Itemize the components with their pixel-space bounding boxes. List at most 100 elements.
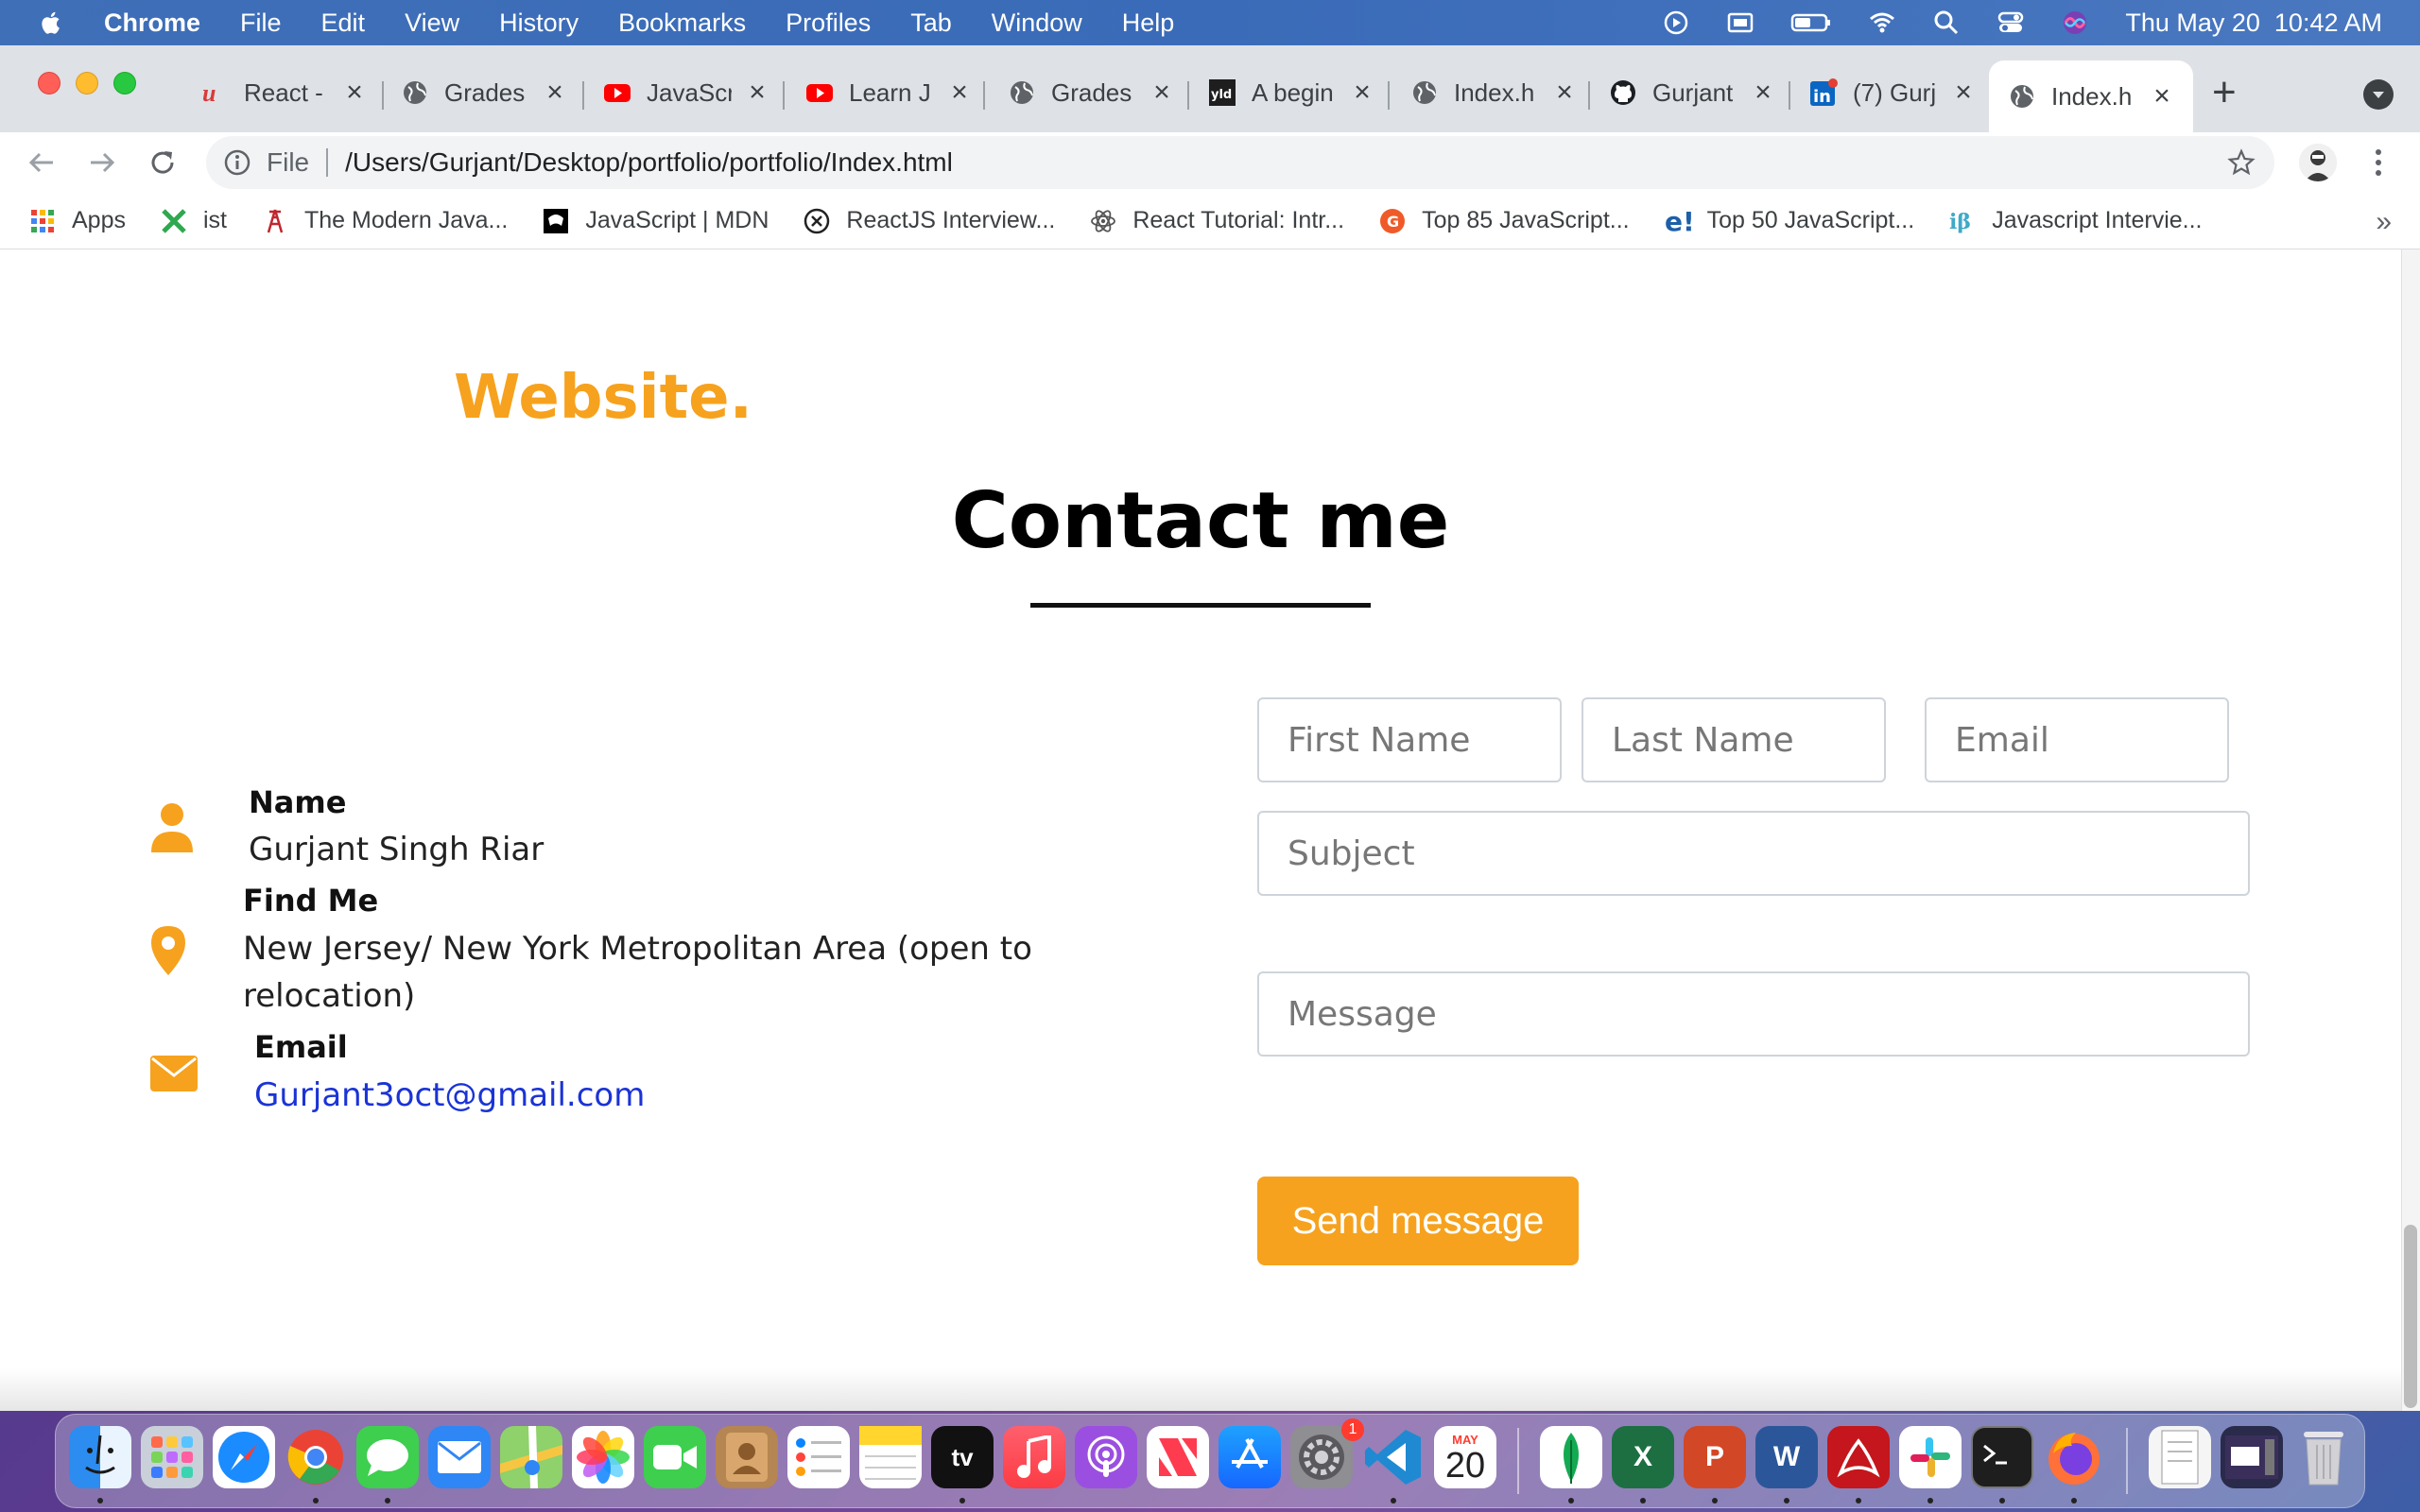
window-zoom-button[interactable] [113,72,136,94]
siri-icon[interactable] [2061,9,2089,37]
bookmarks-overflow-chevron-icon[interactable]: » [2376,206,2392,238]
close-icon[interactable]: × [1350,77,1374,109]
wifi-icon[interactable] [1868,9,1896,37]
bookmark-mdn[interactable]: JavaScript | MDN [542,207,769,235]
close-icon[interactable]: × [1751,77,1775,109]
reminders-icon[interactable] [787,1426,850,1488]
vscode-icon[interactable] [1362,1426,1425,1488]
bookmark-star-icon[interactable] [2227,148,2256,177]
photos-icon[interactable] [572,1426,634,1488]
window-close-button[interactable] [38,72,60,94]
podcasts-icon[interactable] [1075,1426,1137,1488]
menu-edit[interactable]: Edit [321,9,366,38]
mongodb-compass-icon[interactable] [1540,1426,1602,1488]
terminal-icon[interactable] [1971,1426,2033,1488]
maps-icon[interactable] [500,1426,562,1488]
more-menu-icon[interactable] [2369,146,2388,180]
launchpad-icon[interactable] [141,1426,203,1488]
tab-grades-2[interactable]: Grades × [1008,68,1174,117]
screen-recording-icon[interactable] [1662,9,1690,37]
close-icon[interactable]: × [947,77,972,109]
apple-logo-icon[interactable] [38,9,66,37]
bookmark-reactjs-interview[interactable]: ReactJS Interview... [803,207,1055,235]
tab-a-beginner[interactable]: yld A begin × [1208,68,1374,117]
acrobat-icon[interactable] [1827,1426,1890,1488]
address-bar[interactable]: File /Users/Gurjant/Desktop/portfolio/po… [206,136,2274,189]
trash-icon[interactable] [2292,1426,2355,1488]
tab-search-icon[interactable] [2363,79,2394,110]
word-icon[interactable]: W [1755,1426,1818,1488]
send-message-button[interactable]: Send message [1257,1177,1579,1265]
spotlight-search-icon[interactable] [1932,9,1961,37]
battery-icon[interactable] [1790,9,1832,37]
close-icon[interactable]: × [1951,77,1976,109]
email-link[interactable]: Gurjant3oct@gmail.com [254,1072,645,1119]
reload-icon[interactable] [146,146,180,180]
bookmark-javascript-interview[interactable]: iβ Javascript Intervie... [1948,207,2202,235]
screenshot-stack-icon[interactable] [2221,1426,2283,1488]
downloads-stack-icon[interactable] [2149,1426,2211,1488]
bookmark-top-50-javascript[interactable]: e! Top 50 JavaScript... [1664,207,1915,235]
scrollbar-thumb[interactable] [2404,1225,2417,1408]
menu-app-name[interactable]: Chrome [104,9,200,38]
close-icon[interactable]: × [745,77,769,109]
notes-icon[interactable] [859,1426,922,1488]
tab-linkedin[interactable]: in (7) Gurj × [1809,68,1976,117]
chrome-icon[interactable] [285,1426,347,1488]
bookmark-apps[interactable]: Apps [28,207,126,235]
bookmark-top-85-javascript[interactable]: G Top 85 JavaScript... [1378,207,1630,235]
tab-github[interactable]: Gurjant × [1609,68,1775,117]
first-name-input[interactable] [1257,697,1562,782]
bookmark-modern-javascript[interactable]: The Modern Java... [261,207,508,235]
excel-icon[interactable]: X [1612,1426,1674,1488]
control-center-icon[interactable] [1996,9,2025,37]
tab-index-html-active[interactable]: Index.h × [1989,60,2193,132]
profile-avatar[interactable] [2299,144,2337,181]
calendar-icon[interactable]: MAY 20 [1434,1426,1496,1488]
bookmark-ist[interactable]: ist [160,207,227,235]
apple-tv-icon[interactable]: tv [931,1426,994,1488]
contacts-icon[interactable] [716,1426,778,1488]
tab-javascript-youtube[interactable]: JavaScr × [603,68,769,117]
subject-input[interactable] [1257,811,2250,896]
news-icon[interactable] [1147,1426,1209,1488]
new-tab-button[interactable]: + [2212,72,2237,113]
firefox-icon[interactable] [2043,1426,2105,1488]
info-icon[interactable] [223,148,251,177]
tab-index-html[interactable]: Index.h × [1410,68,1577,117]
menu-history[interactable]: History [499,9,579,38]
tab-react[interactable]: u React - × [200,68,367,117]
facetime-icon[interactable] [644,1426,706,1488]
menu-window[interactable]: Window [992,9,1082,38]
menu-profiles[interactable]: Profiles [786,9,871,38]
menu-help[interactable]: Help [1122,9,1175,38]
menu-tab[interactable]: Tab [910,9,952,38]
menu-view[interactable]: View [405,9,459,38]
last-name-input[interactable] [1582,697,1886,782]
bookmark-react-tutorial[interactable]: React Tutorial: Intr... [1089,207,1344,235]
close-icon[interactable]: × [1552,77,1577,109]
menu-file[interactable]: File [240,9,282,38]
powerpoint-icon[interactable]: P [1684,1426,1746,1488]
app-store-icon[interactable] [1219,1426,1281,1488]
close-icon[interactable]: × [342,77,367,109]
safari-icon[interactable] [213,1426,275,1488]
back-arrow-icon[interactable] [25,146,59,180]
menu-bookmarks[interactable]: Bookmarks [618,9,746,38]
url-text[interactable]: /Users/Gurjant/Desktop/portfolio/portfol… [345,147,953,178]
forward-arrow-icon[interactable] [85,146,119,180]
messages-icon[interactable] [356,1426,419,1488]
display-menu-icon[interactable] [1726,9,1754,37]
window-minimize-button[interactable] [76,72,98,94]
slack-icon[interactable] [1899,1426,1962,1488]
music-icon[interactable] [1003,1426,1065,1488]
close-icon[interactable]: × [2150,80,2174,112]
email-input[interactable] [1925,697,2229,782]
message-input[interactable] [1257,971,2250,1057]
tab-grades[interactable]: Grades × [401,68,567,117]
menu-bar-clock[interactable]: Thu May 20 10:42 AM [2125,9,2382,38]
close-icon[interactable]: × [1150,77,1174,109]
tab-learn-js-youtube[interactable]: Learn J × [805,68,972,117]
mail-icon[interactable] [428,1426,491,1488]
finder-icon[interactable] [69,1426,131,1488]
